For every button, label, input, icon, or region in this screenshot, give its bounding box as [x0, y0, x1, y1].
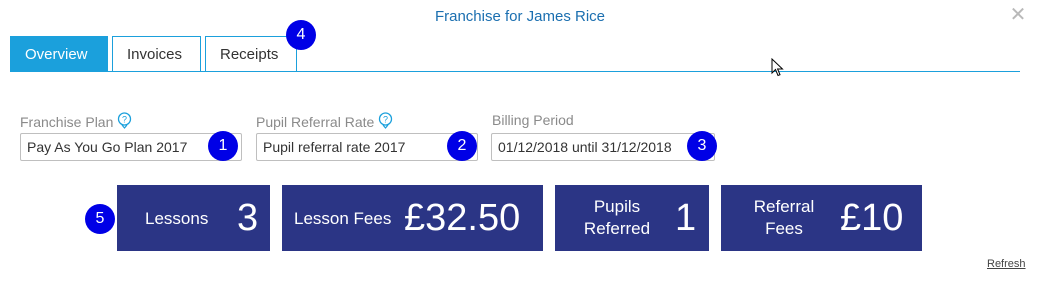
marker-3: 3: [687, 131, 717, 161]
stat-lesson-fees-value: £32.50: [404, 197, 521, 239]
stat-lessons: Lessons 3: [117, 185, 270, 251]
tab-receipts-label: Receipts: [220, 46, 279, 63]
billing-period-label: Billing Period: [492, 112, 574, 128]
pupil-referral-rate-label: Pupil Referral Rate?: [256, 112, 393, 132]
stat-pupils-referred-label: Pupils Referred: [565, 196, 669, 240]
billing-period-select[interactable]: 01/12/2018 until 31/12/2018: [491, 133, 715, 161]
franchise-plan-value: Pay As You Go Plan 2017: [27, 139, 188, 155]
tab-invoices-label: Invoices: [127, 46, 183, 63]
marker-4: 4: [286, 20, 316, 50]
pupil-referral-rate-select[interactable]: Pupil referral rate 2017: [256, 133, 478, 161]
stat-lessons-value: 3: [237, 197, 259, 239]
pupil-referral-rate-value: Pupil referral rate 2017: [263, 139, 406, 155]
stat-referral-fees-value: £10: [840, 197, 904, 239]
tab-receipts[interactable]: Receipts: [205, 36, 297, 72]
pupil-referral-rate-label-text: Pupil Referral Rate: [256, 114, 375, 130]
stat-pupils-referred: Pupils Referred 1: [555, 185, 709, 251]
dialog-title: Franchise for James Rice: [434, 8, 606, 25]
marker-2: 2: [447, 131, 477, 161]
help-icon[interactable]: ?: [378, 112, 393, 132]
tab-overview[interactable]: Overview: [10, 36, 108, 72]
close-icon[interactable]: ✕: [1009, 5, 1027, 25]
franchise-plan-label: Franchise Plan?: [20, 112, 132, 132]
marker-5: 5: [85, 204, 115, 234]
marker-1: 1: [208, 131, 238, 161]
tab-underline: [10, 71, 1020, 72]
stat-lesson-fees: Lesson Fees £32.50: [282, 185, 543, 251]
tab-invoices[interactable]: Invoices: [112, 36, 201, 72]
stat-pupils-referred-label-line2: Referred: [583, 219, 651, 238]
svg-text:?: ?: [122, 115, 127, 125]
franchise-plan-label-text: Franchise Plan: [20, 114, 114, 130]
stat-referral-fees-label-line1: Referral: [753, 197, 815, 216]
stat-pupils-referred-value: 1: [675, 197, 697, 239]
stat-lessons-label: Lessons: [145, 209, 209, 228]
stat-pupils-referred-label-line1: Pupils: [593, 197, 641, 216]
help-icon[interactable]: ?: [117, 112, 132, 132]
mouse-cursor-icon: [771, 57, 785, 83]
tab-overview-label: Overview: [25, 46, 88, 63]
refresh-link[interactable]: Refresh: [987, 258, 1026, 270]
stat-referral-fees: Referral Fees £10: [721, 185, 922, 251]
tab-bar: Overview Invoices Receipts: [10, 36, 301, 72]
billing-period-value: 01/12/2018 until 31/12/2018: [498, 139, 672, 155]
stat-lesson-fees-label: Lesson Fees: [294, 209, 392, 228]
stat-referral-fees-label-line2: Fees: [765, 219, 803, 238]
stat-referral-fees-label: Referral Fees: [736, 196, 832, 240]
svg-text:?: ?: [383, 115, 388, 125]
